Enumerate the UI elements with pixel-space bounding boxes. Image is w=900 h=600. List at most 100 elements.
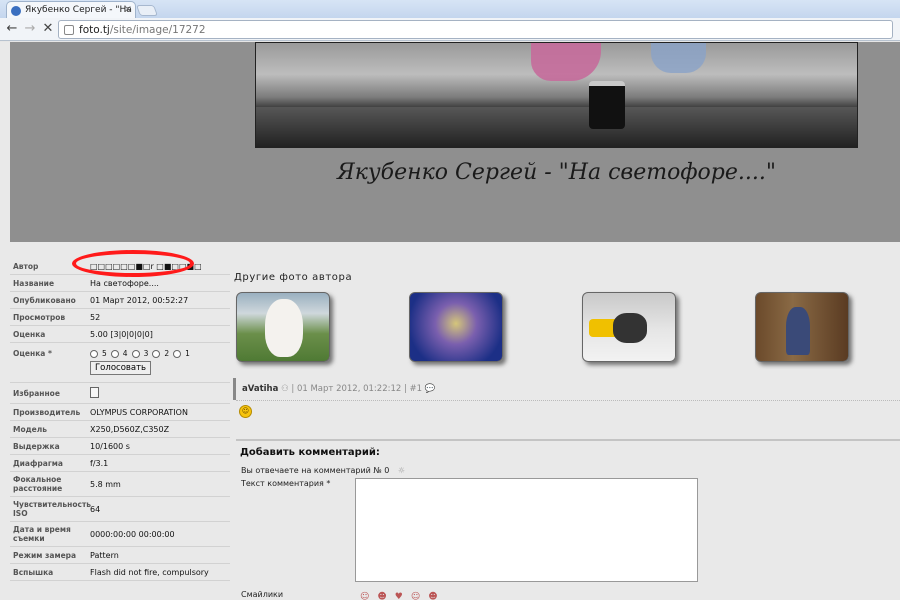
info-value: f/3.1 [90,458,109,468]
address-bar[interactable]: foto.tj/site/image/17272 [58,20,893,39]
forward-button[interactable]: → [22,21,38,37]
info-value: 52 [90,312,101,322]
thumbnail-goat[interactable] [236,292,330,362]
url-host: foto.tj [79,24,110,36]
rating-radio-2[interactable] [152,349,161,358]
info-label: Избранное [13,388,60,398]
comment-textarea[interactable] [355,478,698,582]
tab-title: Якубенко Сергей - "На свето [25,5,135,15]
info-value: 5.8 mm [90,479,121,489]
photo-detail [651,43,706,73]
rating-radio-1[interactable] [173,349,182,358]
back-button[interactable]: ← [4,21,20,37]
rating-option-label: 3 [143,349,149,358]
thumbnail-night-town[interactable] [409,292,503,362]
tab-bar: Якубенко Сергей - "На свето × [0,0,900,18]
info-row-rating: Оценка 5.00 [3|0|0|0|0] [10,326,230,343]
info-value [88,384,230,403]
page-icon [64,25,74,35]
rating-form: 5 4 3 2 1 Голосовать [88,346,230,378]
info-value: Flash did not fire, compulsory [90,567,209,577]
info-row-vote: Оценка * 5 4 3 2 1 Голосовать [10,343,230,383]
info-row-iso: Чувствительность ISO 64 [10,497,230,522]
info-label: Вспышка [13,567,54,577]
info-value: На светофоре.... [90,278,159,288]
comment-number-link[interactable]: #1 [410,384,423,394]
info-value: 64 [90,504,101,514]
info-value: 0000:00:00 00:00:00 [90,529,175,539]
info-value: OLYMPUS CORPORATION [90,407,188,417]
info-label: Опубликовано [13,295,76,305]
browser-toolbar: ← → ✕ foto.tj/site/image/17272 [0,18,900,41]
info-row-exposure: Выдержка 10/1600 s [10,438,230,455]
smiley-option-icon[interactable]: ♥ [395,592,411,600]
info-value: 10/1600 s [90,441,130,451]
info-value: 5.00 [3|0|0|0|0] [90,329,153,339]
info-row-maker: Производитель OLYMPUS CORPORATION [10,404,230,421]
smiley-option-icon[interactable]: ☺ [360,592,377,600]
info-label: Выдержка [13,441,60,451]
rating-radio-5[interactable] [90,349,98,358]
divider [236,439,900,441]
smiley-icon: ☺ [239,405,252,418]
vote-button[interactable]: Голосовать [90,361,152,375]
divider [236,400,900,401]
info-value: 01 Март 2012, 00:52:27 [90,295,189,305]
info-label: Производитель [13,407,81,417]
photo-detail [531,43,601,81]
browser-tab[interactable]: Якубенко Сергей - "На свето × [6,1,136,18]
smiley-option-icon[interactable]: ☺ [411,592,428,600]
close-tab-icon[interactable]: × [124,4,132,15]
new-tab-button[interactable] [135,5,159,16]
photo-detail [256,107,857,147]
other-photos-title: Другие фото автора [234,272,353,283]
rating-option-label: 1 [185,349,190,358]
thumbnail-old-woman[interactable] [755,292,849,362]
rating-option-label: 2 [164,349,170,358]
smileys-label: Смайлики [241,590,284,599]
comment-date: | 01 Март 2012, 01:22:12 | [291,384,407,394]
info-row-favorites: Избранное [10,383,230,404]
rating-option-label: 4 [122,349,128,358]
info-row-flash: Вспышка Flash did not fire, compulsory [10,564,230,581]
reply-status-text: Вы отвечаете на комментарий № 0 [241,466,390,475]
smiley-option-icon[interactable]: ☻ [377,592,394,600]
comment-author-link[interactable]: aVatiha [242,384,278,394]
highlight-oval [72,250,194,277]
info-label: Фокальное расстояние [13,475,63,493]
add-favorite-icon[interactable] [90,386,99,398]
info-row-datetime: Дата и время съемки 0000:00:00 00:00:00 [10,522,230,547]
info-row-views: Просмотров 52 [10,309,230,326]
info-row-aperture: Диафрагма f/3.1 [10,455,230,472]
page-viewport: Якубенко Сергей - "На светофоре...." Авт… [0,42,900,600]
info-row-published: Опубликовано 01 Март 2012, 00:52:27 [10,292,230,309]
info-label: Оценка [13,329,46,339]
stop-button[interactable]: ✕ [40,21,56,37]
smileys-picker[interactable]: ☺☻♥☺☻ [360,592,446,600]
info-row-title: Название На светофоре.... [10,275,230,292]
rating-radio-3[interactable] [131,349,140,358]
thumb-detail [613,313,647,343]
info-value: X250,D560Z,C350Z [90,424,170,434]
thumbnail-snow-car[interactable] [582,292,676,362]
main-photo[interactable] [255,42,858,148]
info-label: Диафрагма [13,458,63,468]
thumb-detail [786,307,810,355]
info-label: Название [13,278,55,288]
user-icon[interactable]: ⚇ [281,384,289,394]
url-path: /site/image/17272 [109,24,206,36]
rating-radios: 5 4 3 2 1 [90,349,228,358]
info-label: Дата и время съемки [13,525,71,543]
favicon-icon [11,6,21,16]
smiley-option-icon[interactable]: ☻ [428,592,445,600]
info-row-focal: Фокальное расстояние 5.8 mm [10,472,230,497]
cancel-reply-icon[interactable]: ☼ [398,466,405,475]
info-row-metering: Режим замера Pattern [10,547,230,564]
reply-icon[interactable]: 💬 [425,384,436,394]
info-label: Просмотров [13,312,66,322]
rating-radio-4[interactable] [110,349,119,358]
thumb-detail [265,299,303,357]
info-label: Режим замера [13,550,77,560]
info-label: Оценка * [13,349,52,358]
rating-option-label: 5 [102,349,107,358]
